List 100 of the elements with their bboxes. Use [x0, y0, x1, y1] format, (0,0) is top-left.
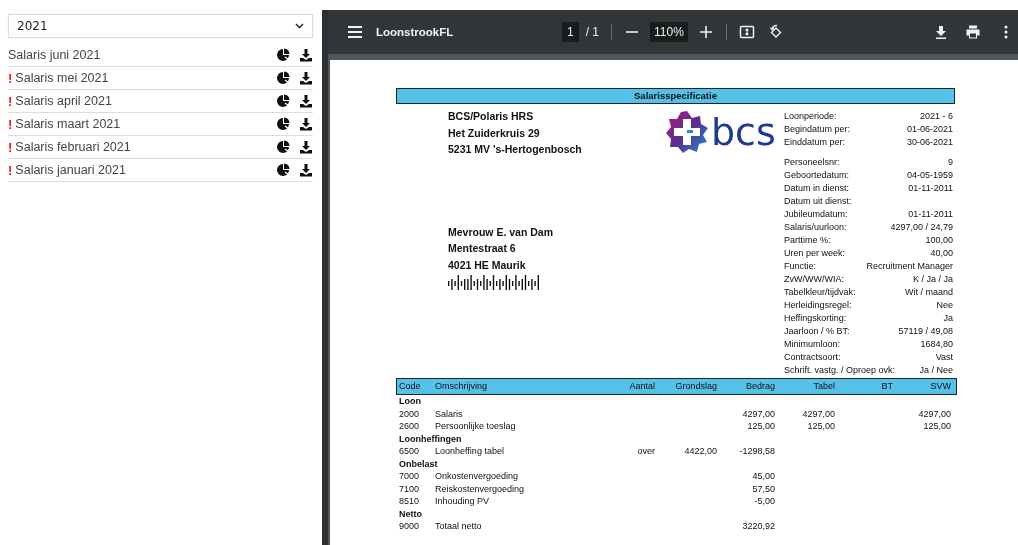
table-cell-text: over: [636, 445, 655, 458]
table-cell-text: Inhouding PV: [435, 495, 491, 508]
table-cell-text: 4297,00: [741, 407, 775, 420]
table-cell-text: 125,00: [746, 420, 775, 433]
info-value: 100,00: [925, 234, 953, 247]
column-header: Aantal: [628, 380, 655, 393]
info-value: Recruitment Manager: [866, 260, 953, 273]
sender-address-line: Het Zuiderkruis 29: [448, 125, 541, 141]
info-label: Geboortedatum:: [784, 169, 850, 182]
download-icon[interactable]: [299, 117, 313, 131]
payslip-row[interactable]: ! Salaris maart 2021: [8, 113, 313, 136]
info-label: Parttime %:: [784, 234, 831, 247]
info-value: Nee: [936, 299, 953, 312]
info-label: Datum in dienst:: [784, 182, 850, 195]
column-header: Code: [399, 380, 422, 393]
more-icon[interactable]: [1004, 24, 1008, 40]
plus-icon[interactable]: [697, 24, 714, 40]
info-label: Personeelsnr:: [784, 156, 840, 169]
info-value: 30-06-2021: [906, 136, 953, 149]
info-label: Functie:: [784, 260, 816, 273]
info-label: Datum uit dienst:: [784, 195, 852, 208]
section-heading: Loon: [398, 395, 422, 408]
info-value: 01-11-2011: [908, 182, 953, 195]
pie-chart-icon[interactable]: [276, 48, 290, 62]
table-cell-text: 4297,00: [801, 407, 835, 420]
download-icon[interactable]: [299, 71, 313, 85]
payslip-row[interactable]: ! Salaris januari 2021: [8, 159, 313, 182]
download-icon[interactable]: [933, 24, 949, 40]
table-cell-text: Persoonlijke toeslag: [435, 420, 517, 433]
alert-mark: !: [8, 70, 13, 86]
chevron-down-icon: [295, 23, 304, 29]
rotate-icon[interactable]: [767, 24, 784, 40]
table-cell-text: -1298,58: [738, 445, 775, 458]
download-icon[interactable]: [299, 163, 313, 177]
payslip-row[interactable]: Salaris juni 2021: [8, 44, 313, 67]
year-select[interactable]: 2021: [8, 14, 313, 38]
info-value: Ja: [943, 312, 953, 325]
info-label: Heffingskorting:: [784, 312, 847, 325]
print-icon[interactable]: [965, 24, 981, 40]
payslip-row[interactable]: ! Salaris april 2021: [8, 90, 313, 113]
info-value: 01-11-2011: [908, 208, 953, 221]
info-label: Minimumloon:: [784, 338, 841, 351]
info-value: 40,00: [930, 247, 953, 260]
alert-mark: !: [8, 116, 13, 132]
table-cell-text: 8510: [399, 495, 421, 508]
table-cell-text: 125,00: [922, 420, 951, 433]
zoom-field[interactable]: 110%: [650, 22, 688, 42]
info-label: Herleidingsregel:: [784, 299, 852, 312]
info-value: 01-06-2021: [906, 123, 953, 136]
info-value: Ja / Nee: [919, 364, 953, 377]
info-label: Contractsoort:: [784, 351, 841, 364]
table-cell-text: 4422,00: [683, 445, 717, 458]
info-value: 57119 / 49,08: [898, 325, 953, 338]
table-cell-text: 57,50: [751, 482, 775, 495]
info-label: Begindatum per:: [784, 123, 851, 136]
menu-icon[interactable]: [347, 24, 363, 40]
info-label: Einddatum per:: [784, 136, 846, 149]
info-label: Jubileumdatum:: [784, 208, 848, 221]
pie-chart-icon[interactable]: [276, 163, 290, 177]
download-icon[interactable]: [299, 48, 313, 62]
alert-mark: !: [8, 93, 13, 109]
table-cell-text: 2000: [399, 407, 421, 420]
download-icon[interactable]: [299, 94, 313, 108]
info-value: 9: [948, 156, 953, 169]
table-cell-text: Loonheffing tabel: [435, 445, 505, 458]
table-cell-text: Totaal netto: [435, 520, 483, 533]
column-header: Tabel: [812, 380, 835, 393]
page-number-field[interactable]: 1: [562, 22, 579, 42]
table-cell-text: 45,00: [751, 470, 775, 483]
info-value: 04-05-1959: [906, 169, 953, 182]
document-title: LoonstrookFL: [376, 26, 455, 38]
info-label: Salaris/uurloon:: [784, 221, 847, 234]
payslip-label: Salaris juni 2021: [8, 48, 102, 62]
pie-chart-icon[interactable]: [276, 140, 290, 154]
payslip-row[interactable]: ! Salaris mei 2021: [8, 67, 313, 90]
info-label: Loonperiode:: [784, 110, 837, 123]
table-cell-text: 2600: [399, 420, 421, 433]
pie-chart-icon[interactable]: [276, 71, 290, 85]
column-header: Omschrijving: [435, 380, 488, 393]
pie-chart-icon[interactable]: [276, 94, 290, 108]
info-label: ZvW/WW/WIA:: [784, 273, 844, 286]
info-value: 1684,80: [920, 338, 953, 351]
info-value: 4297,00 / 24,79: [890, 221, 953, 234]
table-cell-text: Salaris: [435, 407, 464, 420]
table-cell-text: 9000: [399, 520, 421, 533]
fit-page-icon[interactable]: [738, 24, 755, 40]
download-icon[interactable]: [299, 140, 313, 154]
info-value: K / Ja / Ja: [912, 273, 953, 286]
payslip-label: Salaris februari 2021: [15, 140, 132, 154]
payslip-label: Salaris maart 2021: [15, 117, 122, 131]
pie-chart-icon[interactable]: [276, 117, 290, 131]
table-cell-text: 4297,00: [917, 407, 951, 420]
table-cell-text: 7100: [399, 482, 421, 495]
info-label: Uren per week:: [784, 247, 846, 260]
sender-address-line: 5231 MV 's-Hertogenbosch: [448, 142, 583, 157]
barcode-icon: [448, 275, 541, 290]
info-value: Vast: [935, 351, 953, 364]
payslip-row[interactable]: ! Salaris februari 2021: [8, 136, 313, 159]
table-cell-text: 7000: [399, 470, 421, 483]
section-heading: Netto: [398, 507, 423, 520]
